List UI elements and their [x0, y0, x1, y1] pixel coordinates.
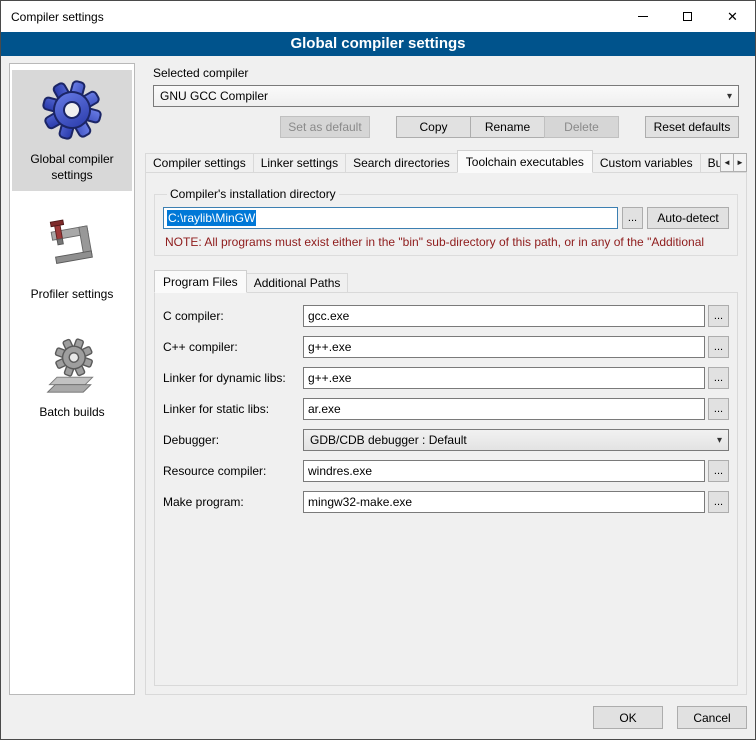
- browse-button[interactable]: ...: [708, 460, 729, 482]
- field-row: Resource compiler: ...: [163, 460, 729, 482]
- c-compiler-input[interactable]: [303, 305, 705, 327]
- set-as-default-button[interactable]: Set as default: [280, 116, 370, 138]
- reset-defaults-button[interactable]: Reset defaults: [645, 116, 739, 138]
- field-row: C compiler: ...: [163, 305, 729, 327]
- clamp-icon: [43, 215, 101, 277]
- chevron-down-icon: ▾: [711, 435, 722, 446]
- make-program-input[interactable]: [303, 491, 705, 513]
- field-row: Linker for dynamic libs: ...: [163, 367, 729, 389]
- resource-compiler-input[interactable]: [303, 460, 705, 482]
- field-row: Linker for static libs: ...: [163, 398, 729, 420]
- tab-compiler-settings[interactable]: Compiler settings: [145, 153, 254, 173]
- tab-scroll-controls: ◄ ►: [720, 153, 747, 172]
- toolchain-executables-panel: Compiler's installation directory C:\ray…: [145, 172, 747, 695]
- sidebar-item-batch-builds[interactable]: Batch builds: [12, 327, 132, 429]
- program-files-panel: C compiler: ... C++ compiler: ... Linker…: [154, 292, 738, 686]
- field-row: Debugger: GDB/CDB debugger : Default ▾: [163, 429, 729, 451]
- cancel-button[interactable]: Cancel: [677, 706, 747, 729]
- field-label: C++ compiler:: [163, 340, 303, 354]
- browse-button[interactable]: ...: [708, 336, 729, 358]
- dynamic-libs-linker-input[interactable]: [303, 367, 705, 389]
- dialog-footer: OK Cancel: [1, 699, 755, 739]
- settings-tabstrip: Compiler settings Linker settings Search…: [145, 150, 747, 173]
- installation-directory-title: Compiler's installation directory: [167, 187, 339, 201]
- sidebar: Global compiler settings: [9, 63, 135, 695]
- auto-detect-button[interactable]: Auto-detect: [647, 207, 729, 229]
- field-label: Debugger:: [163, 433, 303, 447]
- compiler-action-buttons: Set as default Copy Rename Delete Reset …: [153, 116, 739, 138]
- field-label: Resource compiler:: [163, 464, 303, 478]
- blue-gear-icon: [40, 78, 104, 142]
- window-title: Compiler settings: [1, 10, 620, 24]
- delete-button[interactable]: Delete: [544, 116, 619, 138]
- tab-scroll-right-button[interactable]: ►: [733, 153, 747, 172]
- sidebar-item-profiler-settings[interactable]: Profiler settings: [12, 207, 132, 311]
- browse-button[interactable]: ...: [708, 491, 729, 513]
- install-dir-input[interactable]: C:\raylib\MinGW: [163, 207, 618, 229]
- sidebar-item-global-compiler-settings[interactable]: Global compiler settings: [12, 70, 132, 191]
- dialog-header-title: Global compiler settings: [1, 32, 755, 56]
- copy-button[interactable]: Copy: [396, 116, 471, 138]
- browse-button[interactable]: ...: [708, 305, 729, 327]
- minimize-icon: [638, 16, 648, 17]
- close-icon: ✕: [727, 10, 738, 23]
- field-label: Make program:: [163, 495, 303, 509]
- gray-gear-icon: [42, 335, 102, 395]
- tab-search-directories[interactable]: Search directories: [345, 153, 458, 173]
- debugger-select[interactable]: GDB/CDB debugger : Default ▾: [303, 429, 729, 451]
- maximize-icon: [683, 12, 692, 21]
- selected-compiler-label: Selected compiler: [153, 66, 739, 80]
- paths-tabstrip: Program Files Additional Paths: [154, 270, 738, 293]
- tab-custom-variables[interactable]: Custom variables: [592, 153, 701, 173]
- maximize-button[interactable]: [665, 1, 710, 32]
- browse-button[interactable]: ...: [708, 367, 729, 389]
- static-libs-linker-input[interactable]: [303, 398, 705, 420]
- dialog-body: Global compiler settings: [1, 56, 755, 699]
- browse-button[interactable]: ...: [708, 398, 729, 420]
- cpp-compiler-input[interactable]: [303, 336, 705, 358]
- field-label: Linker for dynamic libs:: [163, 371, 303, 385]
- field-label: Linker for static libs:: [163, 402, 303, 416]
- arrow-right-icon: ►: [736, 158, 744, 167]
- tab-scroll-left-button[interactable]: ◄: [720, 153, 734, 172]
- sidebar-item-label: Batch builds: [39, 405, 104, 421]
- field-label: C compiler:: [163, 309, 303, 323]
- main-panel: Selected compiler GNU GCC Compiler ▾ Set…: [145, 63, 747, 695]
- sidebar-item-label: Profiler settings: [31, 287, 114, 303]
- spacer: [370, 127, 396, 128]
- minimize-button[interactable]: [620, 1, 665, 32]
- titlebar: Compiler settings ✕: [1, 1, 755, 32]
- installation-directory-row: C:\raylib\MinGW ... Auto-detect: [163, 207, 729, 229]
- tab-linker-settings[interactable]: Linker settings: [253, 153, 346, 173]
- debugger-select-value: GDB/CDB debugger : Default: [310, 433, 467, 447]
- install-dir-note: NOTE: All programs must exist either in …: [165, 235, 729, 249]
- tab-toolchain-executables[interactable]: Toolchain executables: [457, 150, 593, 173]
- compiler-select[interactable]: GNU GCC Compiler ▾: [153, 85, 739, 107]
- field-row: Make program: ...: [163, 491, 729, 513]
- compiler-select-value: GNU GCC Compiler: [160, 89, 268, 103]
- installation-directory-group: Compiler's installation directory C:\ray…: [154, 187, 738, 256]
- tab-additional-paths[interactable]: Additional Paths: [246, 273, 349, 293]
- close-button[interactable]: ✕: [710, 1, 755, 32]
- ok-button[interactable]: OK: [593, 706, 663, 729]
- rename-button[interactable]: Rename: [470, 116, 545, 138]
- arrow-left-icon: ◄: [723, 158, 731, 167]
- field-row: C++ compiler: ...: [163, 336, 729, 358]
- browse-install-dir-button[interactable]: ...: [622, 207, 643, 229]
- tab-program-files[interactable]: Program Files: [154, 270, 247, 293]
- install-dir-selected-text: C:\raylib\MinGW: [167, 210, 256, 226]
- spacer: [619, 127, 645, 128]
- sidebar-item-label: Global compiler settings: [14, 152, 130, 183]
- chevron-down-icon: ▾: [721, 91, 732, 102]
- compiler-settings-window: Compiler settings ✕ Global compiler sett…: [0, 0, 756, 740]
